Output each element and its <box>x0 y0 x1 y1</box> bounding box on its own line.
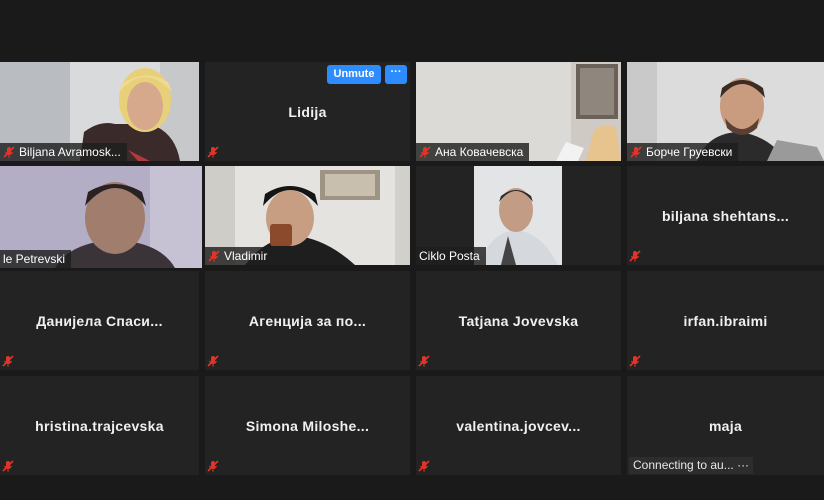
connecting-audio-status: Connecting to au... ··· <box>629 457 754 474</box>
muted-microphone-icon <box>2 460 14 472</box>
participant-tile-danijela[interactable]: Данијела Спаси... <box>0 271 199 370</box>
participant-tile-maja[interactable]: maja Connecting to au... ··· <box>627 376 824 475</box>
participant-name: valentina.jovcev... <box>456 417 581 434</box>
participant-name: Biljana Avramosk... <box>19 145 121 159</box>
participant-name-label: Ciklo Posta <box>416 247 486 265</box>
participant-name: le Petrevski <box>3 252 66 266</box>
muted-microphone-icon <box>207 460 219 472</box>
participant-name-label: Biljana Avramosk... <box>0 143 127 161</box>
participant-name: Ciklo Posta <box>419 249 480 263</box>
muted-microphone-icon <box>419 146 431 158</box>
participant-tile-biljana-avramoska[interactable]: Biljana Avramosk... <box>0 62 199 161</box>
more-options-button[interactable]: ··· <box>385 65 407 84</box>
participant-tile-vladimir[interactable]: Vladimir <box>205 166 410 265</box>
muted-microphone-icon <box>2 355 14 367</box>
participant-tile-active-speaker-petrevski[interactable]: le Petrevski <box>0 166 202 268</box>
participant-name-label: Борче Груевски <box>627 143 739 161</box>
muted-microphone-icon <box>207 146 219 158</box>
participant-name: Ана Ковачевска <box>435 145 524 159</box>
participant-tile-ciklo-posta[interactable]: Ciklo Posta <box>416 166 621 265</box>
participant-tile-simona-miloshevska[interactable]: Simona Miloshe... <box>205 376 410 475</box>
participant-name-label: le Petrevski <box>0 250 72 268</box>
participant-name: irfan.ibraimi <box>683 312 768 329</box>
participant-tile-agencija[interactable]: Агенција за по... <box>205 271 410 370</box>
participant-name: maja <box>708 417 743 434</box>
muted-microphone-icon <box>208 250 220 262</box>
muted-microphone-icon <box>418 355 430 367</box>
participant-name: Simona Miloshe... <box>245 417 370 434</box>
participant-name: Данијела Спаси... <box>36 312 163 329</box>
participant-tile-hristina-trajcevska[interactable]: hristina.trajcevska <box>0 376 199 475</box>
participant-tile-borche-gruevski[interactable]: Борче Груевски <box>627 62 824 161</box>
participant-name: Борче Груевски <box>646 145 733 159</box>
muted-microphone-icon <box>629 355 641 367</box>
participant-name-label: Ана Ковачевска <box>416 143 530 161</box>
muted-microphone-icon <box>418 460 430 472</box>
participant-name: hristina.trajcevska <box>35 417 164 434</box>
participant-tile-irfan-ibraimi[interactable]: irfan.ibraimi <box>627 271 824 370</box>
unmute-button[interactable]: Unmute <box>327 65 381 84</box>
muted-microphone-icon <box>3 146 15 158</box>
participant-name: Tatjana Jovevska <box>458 312 579 329</box>
participant-name: Агенција за по... <box>248 312 367 329</box>
muted-microphone-icon <box>207 355 219 367</box>
participant-tile-tatjana-jovevska[interactable]: Tatjana Jovevska <box>416 271 621 370</box>
muted-microphone-icon <box>629 250 641 262</box>
participant-tile-valentina-jovcevska[interactable]: valentina.jovcev... <box>416 376 621 475</box>
participant-name: Vladimir <box>224 249 268 263</box>
participant-name-label: Vladimir <box>205 247 274 265</box>
muted-microphone-icon <box>630 146 642 158</box>
participant-name: Lidija <box>288 103 327 120</box>
participant-tile-biljana-shehtanska[interactable]: biljana shehtans... <box>627 166 824 265</box>
participant-tile-ana-kovachevska[interactable]: Ана Ковачевска <box>416 62 621 161</box>
participant-name: biljana shehtans... <box>661 207 790 224</box>
participant-tile-lidija[interactable]: Unmute ··· Lidija <box>205 62 410 161</box>
